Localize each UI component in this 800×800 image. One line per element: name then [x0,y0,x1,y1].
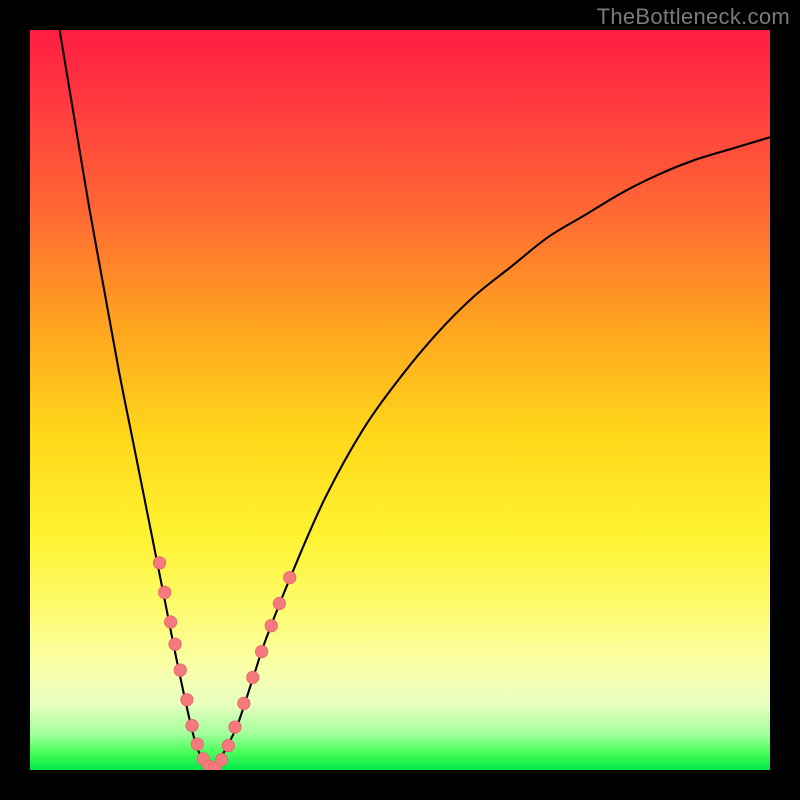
watermark-text: TheBottleneck.com [597,4,790,30]
data-point [255,645,267,657]
marker-group [153,557,296,770]
data-point [238,697,250,709]
data-point [153,557,165,569]
data-point [186,719,198,731]
data-point [273,597,285,609]
curve-layer [30,30,770,770]
data-point [181,694,193,706]
data-point [265,620,277,632]
data-point [215,753,227,765]
data-point [174,664,186,676]
data-point [158,586,170,598]
chart-frame: TheBottleneck.com [0,0,800,800]
data-point [247,671,259,683]
data-point [229,721,241,733]
bottleneck-curve [60,30,770,770]
plot-area [30,30,770,770]
data-point [169,638,181,650]
data-point [164,616,176,628]
data-point [191,738,203,750]
data-point [222,739,234,751]
data-point [284,571,296,583]
